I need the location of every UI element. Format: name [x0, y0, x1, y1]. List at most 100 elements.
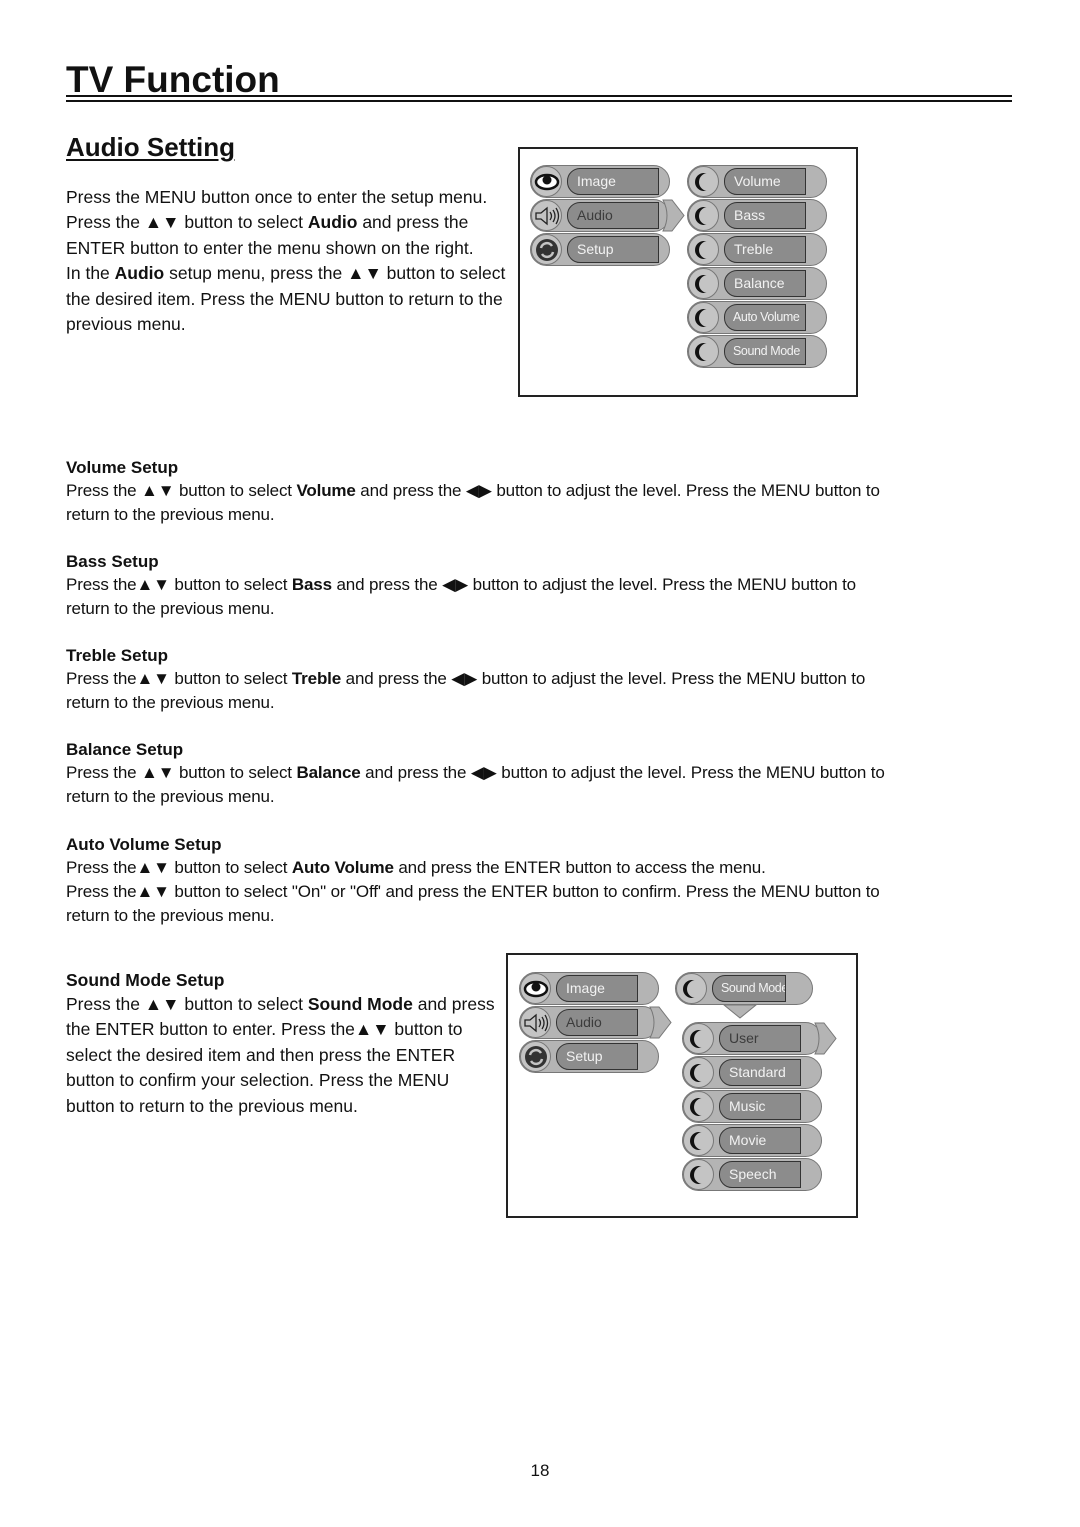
auto-volume-setup-section: Auto Volume Setup Press the▲▼ button to … — [66, 834, 886, 928]
section-body: Press the▲▼ button to select Treble and … — [66, 667, 886, 715]
page-number: 18 — [530, 1461, 550, 1480]
text: Press the — [66, 481, 142, 500]
text: button to select — [174, 481, 297, 500]
menu-item-treble[interactable]: Treble — [687, 233, 827, 266]
section-body-line-1: Press the▲▼ button to select Auto Volume… — [66, 856, 886, 880]
up-down-arrows-icon: ▲▼ — [144, 994, 180, 1014]
up-down-arrows-icon: ▲▼ — [354, 1019, 390, 1040]
text: Press the — [66, 994, 145, 1014]
moon-icon — [683, 1023, 714, 1054]
menu-item-label: Treble — [724, 236, 806, 263]
menu-item-label: Auto Volume — [724, 304, 806, 331]
balance-setup-section: Balance Setup Press the ▲▼ button to sel… — [66, 739, 886, 809]
menu-item-label: Sound Mode — [724, 338, 806, 365]
section-heading: Bass Setup — [66, 552, 159, 571]
text: button to select — [169, 858, 292, 877]
menu-item-audio[interactable]: Audio — [530, 199, 670, 232]
menu-item-label: Setup — [567, 236, 659, 263]
down-pointer-icon — [723, 1005, 757, 1019]
menu-item-volume[interactable]: Volume — [687, 165, 827, 198]
menu-item-label: Movie — [719, 1127, 801, 1154]
menu-item-standard[interactable]: Standard — [682, 1056, 822, 1089]
bass-setup-section: Bass Setup Press the▲▼ button to select … — [66, 551, 886, 621]
section-heading: Volume Setup — [66, 458, 179, 477]
menu-item-label: Setup — [556, 1043, 638, 1070]
speaker-icon — [531, 200, 562, 231]
section-heading: Balance Setup — [66, 740, 184, 759]
text: button to select — [179, 212, 308, 233]
menu-item-speech[interactable]: Speech — [682, 1158, 822, 1191]
menu-item-setup[interactable]: Setup — [519, 1040, 659, 1073]
menu-item-setup[interactable]: Setup — [530, 233, 670, 266]
eye-icon — [520, 973, 551, 1004]
up-down-arrows-icon: ▲▼ — [136, 575, 170, 594]
setup-icon — [520, 1041, 551, 1072]
text: button to select — [174, 763, 297, 782]
bold-term: Treble — [291, 669, 342, 688]
menu-item-label: Volume — [724, 168, 806, 195]
intro-text: Press the MENU button once to enter the … — [66, 185, 506, 337]
section-body: Press the ▲▼ button to select Volume and… — [66, 479, 886, 527]
menu-item-label: Balance — [724, 270, 806, 297]
text: button to select — [169, 575, 292, 594]
section-body: Press the▲▼ button to select Bass and pr… — [66, 573, 886, 621]
bold-term: Bass — [291, 575, 332, 594]
section-heading: Treble Setup — [66, 646, 169, 665]
title-double-rule — [66, 95, 1012, 102]
moon-icon — [688, 166, 719, 197]
speaker-icon — [520, 1007, 551, 1038]
left-right-arrows-icon: ◀▶ — [451, 669, 478, 688]
menu-item-music[interactable]: Music — [682, 1090, 822, 1123]
up-down-arrows-icon: ▲▼ — [144, 212, 180, 233]
menu-item-balance[interactable]: Balance — [687, 267, 827, 300]
moon-icon — [688, 268, 719, 299]
moon-icon — [683, 1159, 714, 1190]
text: Press the — [66, 575, 137, 594]
left-right-arrows-icon: ◀▶ — [465, 481, 492, 500]
moon-icon — [688, 302, 719, 333]
menu-item-label: Standard — [719, 1059, 801, 1086]
text: setup menu, press the — [164, 263, 348, 284]
intro-paragraph-1: Press the MENU button once to enter the … — [66, 185, 506, 261]
eye-icon — [531, 166, 562, 197]
bold-term: Sound Mode — [307, 994, 413, 1014]
text: button to select — [169, 669, 292, 688]
menu-item-auto-volume[interactable]: Auto Volume — [687, 301, 827, 334]
setup-icon — [531, 234, 562, 265]
text: button to select "On" or "Off' and press… — [66, 882, 880, 925]
up-down-arrows-icon: ▲▼ — [347, 263, 382, 284]
menu-item-label: Speech — [719, 1161, 801, 1188]
up-down-arrows-icon: ▲▼ — [136, 669, 170, 688]
text: and press the — [341, 669, 452, 688]
section-body-line-2: Press the▲▼ button to select "On" or "Of… — [66, 880, 886, 928]
text: and press the — [355, 481, 466, 500]
menu-item-audio[interactable]: Audio — [519, 1006, 659, 1039]
moon-icon — [688, 234, 719, 265]
text: In the — [66, 263, 115, 284]
menu-item-label: Audio — [567, 202, 659, 229]
menu-item-bass[interactable]: Bass — [687, 199, 827, 232]
selection-arrow-icon — [649, 1006, 672, 1039]
up-down-arrows-icon: ▲▼ — [136, 858, 170, 877]
moon-icon — [688, 336, 719, 367]
moon-icon — [676, 973, 707, 1004]
text: and press the — [360, 763, 471, 782]
up-down-arrows-icon: ▲▼ — [141, 481, 175, 500]
intro-paragraph-2: In the Audio setup menu, press the ▲▼ bu… — [66, 261, 506, 337]
sound-mode-setup-section: Sound Mode Setup Press the ▲▼ button to … — [66, 968, 496, 1119]
selection-arrow-icon — [662, 199, 685, 232]
menu-item-label: Sound Mode — [712, 975, 786, 1002]
menu-item-label: Image — [567, 168, 659, 195]
menu-item-sound-mode[interactable]: Sound Mode — [675, 972, 813, 1005]
section-body: Press the ▲▼ button to select Sound Mode… — [66, 992, 496, 1119]
menu-item-label: User — [719, 1025, 801, 1052]
menu-item-movie[interactable]: Movie — [682, 1124, 822, 1157]
section-heading: Auto Volume Setup — [66, 835, 222, 854]
moon-icon — [683, 1125, 714, 1156]
menu-item-user[interactable]: User — [682, 1022, 822, 1055]
menu-item-image[interactable]: Image — [519, 972, 659, 1005]
menu-item-image[interactable]: Image — [530, 165, 670, 198]
bold-term: Audio — [114, 263, 165, 284]
text: Press the — [66, 858, 137, 877]
menu-item-sound-mode[interactable]: Sound Mode — [687, 335, 827, 368]
